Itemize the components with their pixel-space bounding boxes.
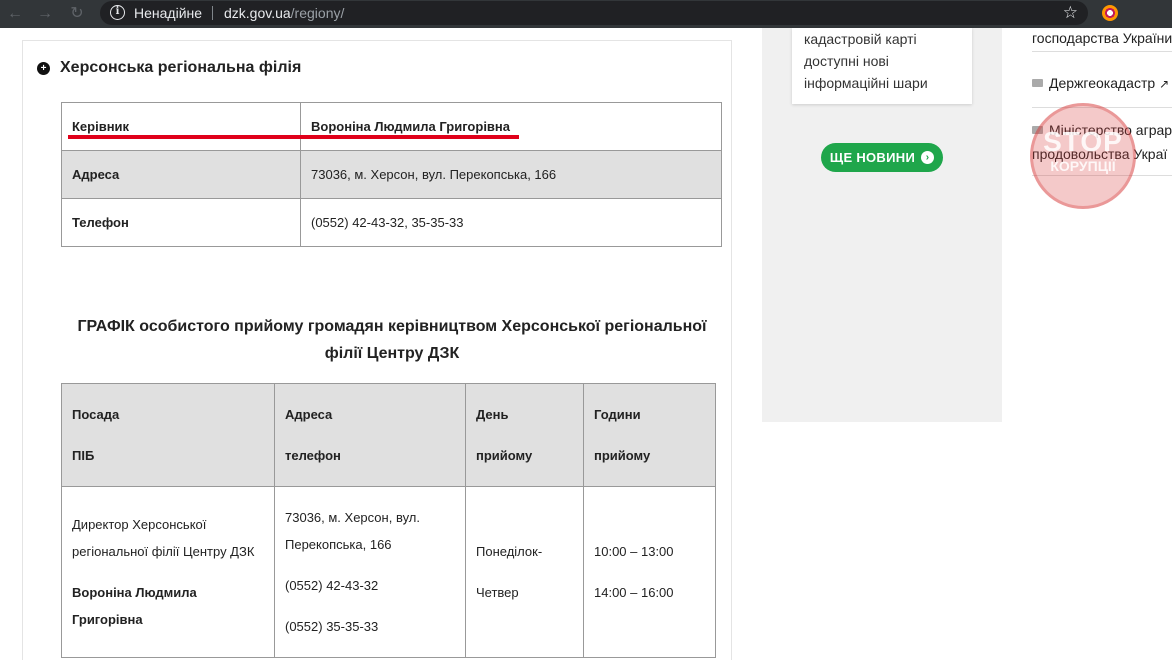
header-line: Адреса — [285, 407, 333, 422]
header-line: Посада — [72, 407, 120, 422]
cell-position: Директор Херсонської регіональної філії … — [61, 486, 275, 658]
header-line: прийому — [594, 448, 651, 463]
table-row: Адреса 73036, м. Херсон, вул. Перекопськ… — [61, 150, 722, 199]
branch-card: + Херсонська регіональна філія Керівник … — [22, 40, 732, 660]
address-line: Перекопська, 166 — [285, 537, 392, 552]
security-label: Ненадійне — [134, 5, 203, 21]
back-icon[interactable]: ← — [4, 3, 26, 25]
header-hours: Години прийому — [583, 383, 716, 487]
position-line: регіональної філії Центру ДЗК — [72, 544, 255, 559]
hours-line: 14:00 – 16:00 — [594, 585, 674, 600]
news-card[interactable]: кадастровій карті доступні нові інформац… — [792, 28, 972, 104]
arrow-right-icon: › — [921, 151, 935, 164]
link-item[interactable]: Держгеокадастр ↗ — [1032, 72, 1172, 108]
stop-corruption-stamp: STOP КОРУПЦІЇ — [1030, 103, 1136, 209]
cell-hours: 10:00 – 13:00 14:00 – 16:00 — [583, 486, 716, 658]
folder-icon — [1032, 79, 1043, 87]
table-row: Керівник Вороніна Людмила Григорівна — [61, 102, 722, 151]
header-address: Адреса телефон — [274, 383, 466, 487]
expand-icon[interactable]: + — [37, 61, 50, 75]
bookmark-star-icon[interactable]: ☆ — [1063, 3, 1078, 23]
head-value: Вороніна Людмила Григорівна — [300, 102, 722, 151]
header-position: Посада ПІБ — [61, 383, 275, 487]
phone-line: (0552) 35-35-33 — [285, 619, 379, 634]
header-day: День прийому — [465, 383, 584, 487]
header-line: День — [476, 407, 509, 422]
browser-toolbar: ← → ↻ i Ненадійне dzk.gov.ua/regiony/ ☆ — [0, 0, 1172, 28]
head-label: Керівник — [61, 102, 301, 151]
address-line: 73036, м. Херсон, вул. — [285, 510, 420, 525]
position-line: Директор Херсонської — [72, 517, 207, 532]
info-icon[interactable]: i — [110, 5, 125, 20]
omnibox-divider — [212, 6, 213, 20]
phone-value: (0552) 42-43-32, 35-35-33 — [300, 198, 722, 247]
header-line: ПІБ — [72, 448, 95, 463]
header-line: прийому — [476, 448, 533, 463]
branch-info-table: Керівник Вороніна Людмила Григорівна Адр… — [61, 102, 722, 247]
cell-day: Понеділок- Четвер — [465, 486, 584, 658]
link-item[interactable]: господарства України — [1032, 28, 1172, 52]
schedule-table: Посада ПІБ Адреса телефон День прийому Г… — [61, 383, 716, 658]
branch-title: Херсонська регіональна філія — [60, 59, 302, 76]
reload-icon[interactable]: ↻ — [66, 3, 88, 25]
table-row: Телефон (0552) 42-43-32, 35-35-33 — [61, 198, 722, 247]
cell-address: 73036, м. Херсон, вул. Перекопська, 166 … — [274, 486, 466, 658]
day-line: Понеділок- — [476, 544, 543, 559]
external-link-icon: ↗ — [1159, 77, 1170, 91]
stamp-line: STOP — [1043, 126, 1123, 157]
table-row: Директор Херсонської регіональної філії … — [61, 486, 716, 658]
news-text-line: доступні нові — [804, 53, 889, 69]
forward-icon[interactable]: → — [34, 3, 56, 25]
stamp-line: КОРУПЦІЇ — [1050, 158, 1116, 174]
phone-line: (0552) 42-43-32 — [285, 578, 379, 593]
schedule-title: ГРАФІК особистого прийому громадян керів… — [77, 318, 707, 362]
url-path: /regiony/ — [290, 5, 345, 21]
url-text[interactable]: dzk.gov.ua/regiony/ — [224, 5, 344, 21]
news-sidebar: кадастровій карті доступні нові інформац… — [762, 28, 1002, 422]
address-value: 73036, м. Херсон, вул. Перекопська, 166 — [300, 150, 722, 199]
table-header-row: Посада ПІБ Адреса телефон День прийому Г… — [61, 383, 716, 487]
director-name: Вороніна Людмила Григорівна — [72, 585, 197, 627]
address-bar[interactable]: i Ненадійне dzk.gov.ua/regiony/ ☆ — [100, 1, 1088, 25]
branch-header[interactable]: + Херсонська регіональна філія — [37, 59, 301, 77]
news-text-line: кадастровій карті — [804, 31, 917, 47]
hours-line: 10:00 – 13:00 — [594, 544, 674, 559]
more-news-label: ЩЕ НОВИНИ — [829, 150, 916, 165]
extension-icon[interactable] — [1102, 5, 1118, 21]
news-text-line: інформаційні шари — [804, 75, 928, 91]
header-line: Години — [594, 407, 641, 422]
link-label: господарства України — [1032, 30, 1172, 46]
red-underline-annotation — [68, 135, 519, 139]
more-news-button[interactable]: ЩЕ НОВИНИ › — [821, 143, 943, 172]
day-line: Четвер — [476, 585, 519, 600]
link-label: Держгеокадастр — [1049, 75, 1156, 91]
phone-label: Телефон — [61, 198, 301, 247]
address-label: Адреса — [61, 150, 301, 199]
header-line: телефон — [285, 448, 341, 463]
url-domain: dzk.gov.ua — [224, 5, 291, 21]
